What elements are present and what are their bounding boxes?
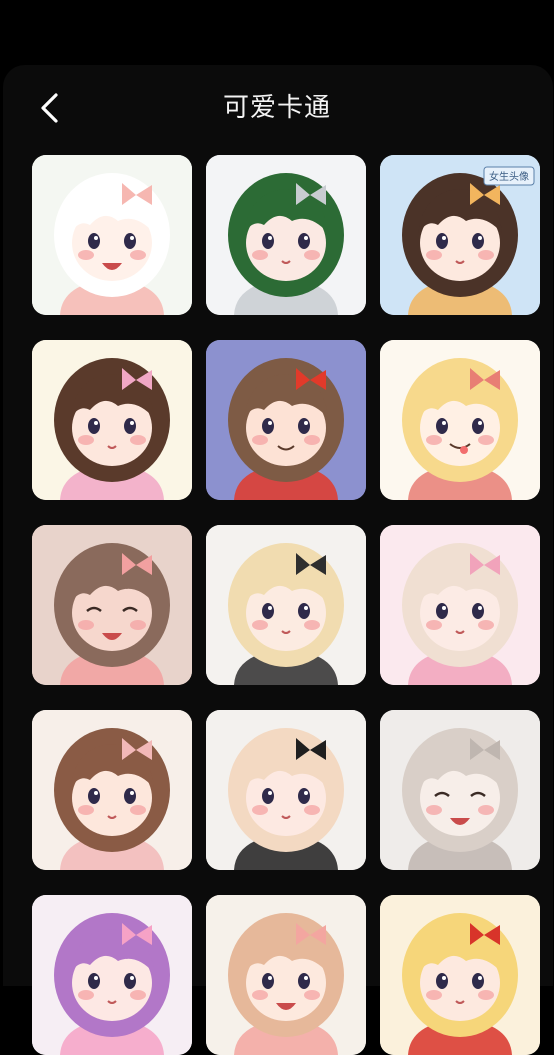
avatar-tile[interactable] <box>32 155 192 315</box>
avatar-illustration <box>380 710 540 870</box>
avatar-tile[interactable] <box>32 895 192 1055</box>
avatar-tile[interactable] <box>206 895 366 1055</box>
avatar-tile[interactable] <box>32 525 192 685</box>
avatar-illustration <box>32 895 192 1055</box>
avatar-illustration <box>32 525 192 685</box>
sticker-badge: 女生头像 <box>483 166 535 186</box>
avatar-tile[interactable] <box>380 340 540 500</box>
avatar-grid: 女生头像 <box>0 0 554 1055</box>
avatar-tile[interactable]: 女生头像 <box>380 155 540 315</box>
avatar-illustration <box>206 340 366 500</box>
avatar-illustration <box>206 710 366 870</box>
avatar-tile[interactable] <box>206 525 366 685</box>
avatar-tile[interactable] <box>380 895 540 1055</box>
avatar-illustration <box>32 155 192 315</box>
avatar-tile[interactable] <box>32 710 192 870</box>
avatar-illustration: 女生头像 <box>380 155 540 315</box>
avatar-tile[interactable] <box>380 525 540 685</box>
avatar-illustration <box>206 155 366 315</box>
avatar-illustration <box>32 340 192 500</box>
avatar-tile[interactable] <box>206 340 366 500</box>
avatar-illustration <box>380 525 540 685</box>
avatar-illustration <box>206 525 366 685</box>
avatar-illustration <box>380 895 540 1055</box>
avatar-tile[interactable] <box>206 155 366 315</box>
avatar-tile[interactable] <box>32 340 192 500</box>
avatar-tile[interactable] <box>206 710 366 870</box>
avatar-tile[interactable] <box>380 710 540 870</box>
avatar-illustration <box>206 895 366 1055</box>
avatar-illustration <box>380 340 540 500</box>
avatar-illustration <box>32 710 192 870</box>
sticker-badge-text: 女生头像 <box>489 170 529 183</box>
